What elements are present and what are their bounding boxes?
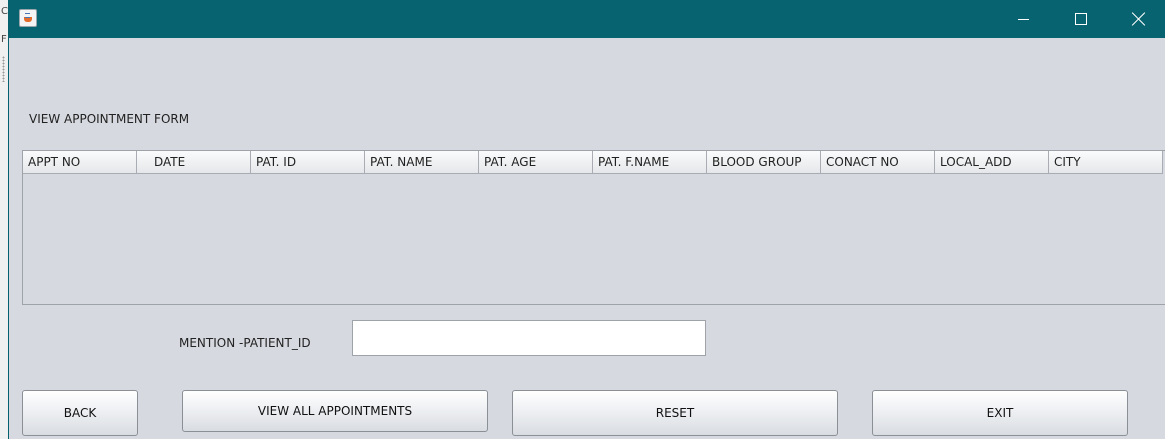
column-header-date[interactable]: DATE [137, 151, 251, 173]
patient-id-label: MENTION -PATIENT_ID [179, 336, 311, 350]
column-header-blood-group[interactable]: BLOOD GROUP [707, 151, 821, 173]
close-button[interactable] [1110, 0, 1165, 38]
column-header-local-address[interactable]: LOCAL_ADD [935, 151, 1049, 173]
background-window-glyph: C [1, 6, 8, 17]
form-title: VIEW APPOINTMENT FORM [29, 112, 190, 126]
appointments-table[interactable]: APPT NO DATE PAT. ID PAT. NAME PAT. AGE … [22, 150, 1165, 305]
grip-dots-icon [2, 56, 5, 82]
column-header-city[interactable]: CITY [1049, 151, 1163, 173]
column-header-appt-no[interactable]: APPT NO [23, 151, 137, 173]
title-bar[interactable] [9, 0, 1165, 38]
column-header-patient-id[interactable]: PAT. ID [251, 151, 365, 173]
close-icon [1132, 12, 1146, 26]
column-header-patient-age[interactable]: PAT. AGE [479, 151, 593, 173]
java-cup-icon[interactable] [19, 9, 37, 27]
column-header-father-name[interactable]: PAT. F.NAME [593, 151, 707, 173]
back-button[interactable]: BACK [22, 390, 138, 436]
minimize-button[interactable] [994, 0, 1052, 38]
column-header-patient-name[interactable]: PAT. NAME [365, 151, 479, 173]
exit-button[interactable]: EXIT [872, 390, 1128, 436]
reset-button[interactable]: RESET [512, 390, 838, 436]
minimize-icon [1017, 18, 1029, 20]
appointment-window: VIEW APPOINTMENT FORM APPT NO DATE PAT. … [8, 0, 1165, 439]
table-header: APPT NO DATE PAT. ID PAT. NAME PAT. AGE … [23, 151, 1163, 174]
maximize-icon [1075, 13, 1087, 25]
patient-id-input[interactable] [352, 320, 706, 356]
view-all-appointments-button[interactable]: VIEW ALL APPOINTMENTS [182, 390, 488, 432]
column-header-contact-no[interactable]: CONACT NO [821, 151, 935, 173]
maximize-button[interactable] [1052, 0, 1110, 38]
background-window-glyph: F [1, 34, 7, 45]
